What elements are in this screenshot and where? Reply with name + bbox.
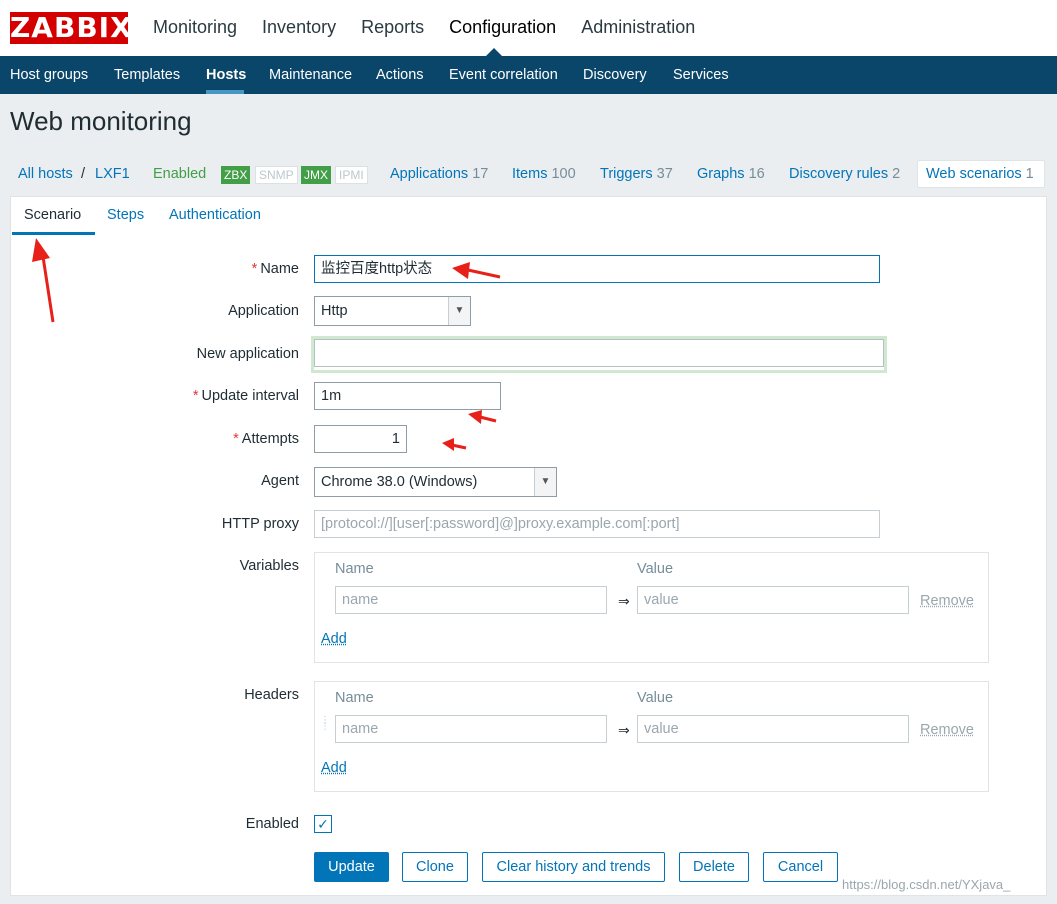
annotation-arrowhead-name: [452, 262, 470, 279]
annotation-arrow-scenario: [40, 249, 55, 323]
annotation-arrow-attempts: [451, 443, 467, 450]
annotation-arrowhead-scenario: [32, 238, 50, 262]
annotation-arrows: [32, 238, 501, 451]
annotation-arrow-name: [467, 268, 501, 279]
watermark: https://blog.csdn.net/YXjava_: [842, 877, 1011, 892]
annotation-arrowhead-interval: [468, 410, 482, 424]
annotation-arrowhead-attempts: [442, 438, 454, 451]
annotation-arrow-interval: [479, 415, 497, 423]
